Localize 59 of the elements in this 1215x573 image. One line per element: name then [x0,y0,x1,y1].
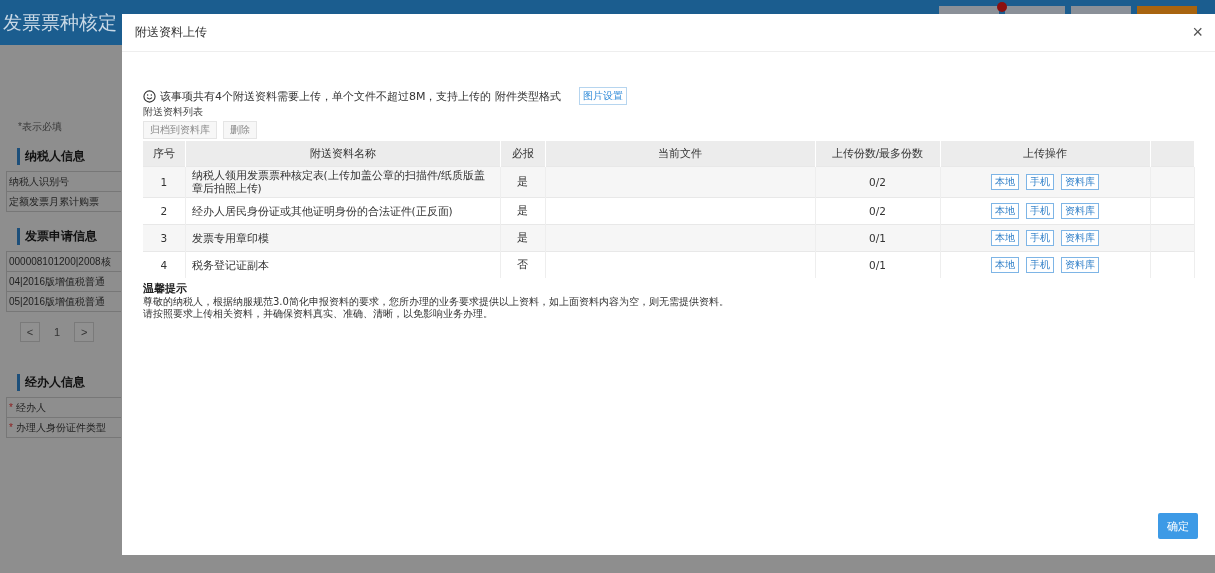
notice-text: 该事项共有4个附送资料需要上传，单个文件不超过8M，支持上传的 附件类型格式 [160,88,561,104]
list-title: 附送资料列表 [143,105,204,119]
required-note: *表示必填 [18,120,63,134]
close-button[interactable]: × [1192,22,1203,43]
upload-button[interactable]: 手机 [1026,230,1054,246]
header-button[interactable] [1005,6,1065,14]
prev-page-button[interactable]: < [20,322,40,342]
upload-button[interactable]: 本地 [991,203,1019,219]
column-header: 上传份数/最多份数 [815,141,940,167]
table-cell: 纳税人领用发票票种核定表(上传加盖公章的扫描件/纸质版盖章后拍照上传) [185,166,500,198]
upload-button[interactable]: 资料库 [1061,230,1099,246]
form-label: 04|2016版增值税普通 [9,276,105,287]
notification-badge [997,2,1007,12]
upload-button[interactable]: 本地 [991,257,1019,273]
header-button[interactable] [1137,6,1197,14]
upload-button[interactable]: 本地 [991,174,1019,190]
header-button[interactable] [939,6,999,14]
upload-button[interactable]: 手机 [1026,203,1054,219]
next-page-button[interactable]: > [74,322,95,342]
table-cell: 否 [500,251,545,278]
table-cell: 是 [500,166,545,198]
column-header: 当前文件 [545,141,815,167]
tips-title: 温馨提示 [143,281,188,296]
smiley-icon [143,89,156,103]
form-label: 办理人身份证件类型 [15,422,106,433]
form-label: 000008101200|2008核 [9,256,111,267]
required-mark: * [9,402,13,413]
table-cell: 是 [500,224,545,252]
form-label: 05|2016版增值税普通 [9,296,105,307]
table-cell: 0/1 [815,224,940,252]
upload-button[interactable]: 手机 [1026,174,1054,190]
table-cell: 1 [143,166,185,198]
column-header: 上传操作 [940,141,1150,167]
form-label: 经办人 [15,402,46,413]
upload-button[interactable]: 资料库 [1061,174,1099,190]
table-cell: 发票专用章印模 [185,224,500,252]
dialog-title: 附送资料上传 [135,24,207,41]
image-settings-button[interactable]: 图片设置 [579,87,627,105]
tip-text: 请按照要求上传相关资料，并确保资料真实、准确、清晰，以免影响业务办理。 [143,308,494,320]
table-cell: 0/2 [815,166,940,198]
header-button[interactable] [1071,6,1131,14]
column-header: 序号 [143,141,185,167]
table-cell: 3 [143,224,185,252]
upload-button[interactable]: 手机 [1026,257,1054,273]
column-header: 必报 [500,141,545,167]
upload-button[interactable]: 资料库 [1061,203,1099,219]
form-label: 纳税人识别号 [9,176,69,187]
upload-button[interactable]: 本地 [991,230,1019,246]
required-mark: * [9,422,13,433]
table-cell: 税务登记证副本 [185,251,500,278]
table-cell: 4 [143,251,185,278]
page-number[interactable]: 1 [54,326,61,338]
confirm-button[interactable]: 确定 [1158,513,1198,539]
table-cell: 0/1 [815,251,940,278]
upload-button[interactable]: 资料库 [1061,257,1099,273]
tip-text: 尊敬的纳税人，根据纳服规范3.0简化申报资料的要求，您所办理的业务要求提供以上资料，如上面资料内容为空，则无需提供资料。 [143,296,730,308]
page-title: 发票票种核定 [3,10,117,35]
column-header: 附送资料名称 [185,141,500,167]
form-label: 定额发票月累计购票 [9,196,99,207]
